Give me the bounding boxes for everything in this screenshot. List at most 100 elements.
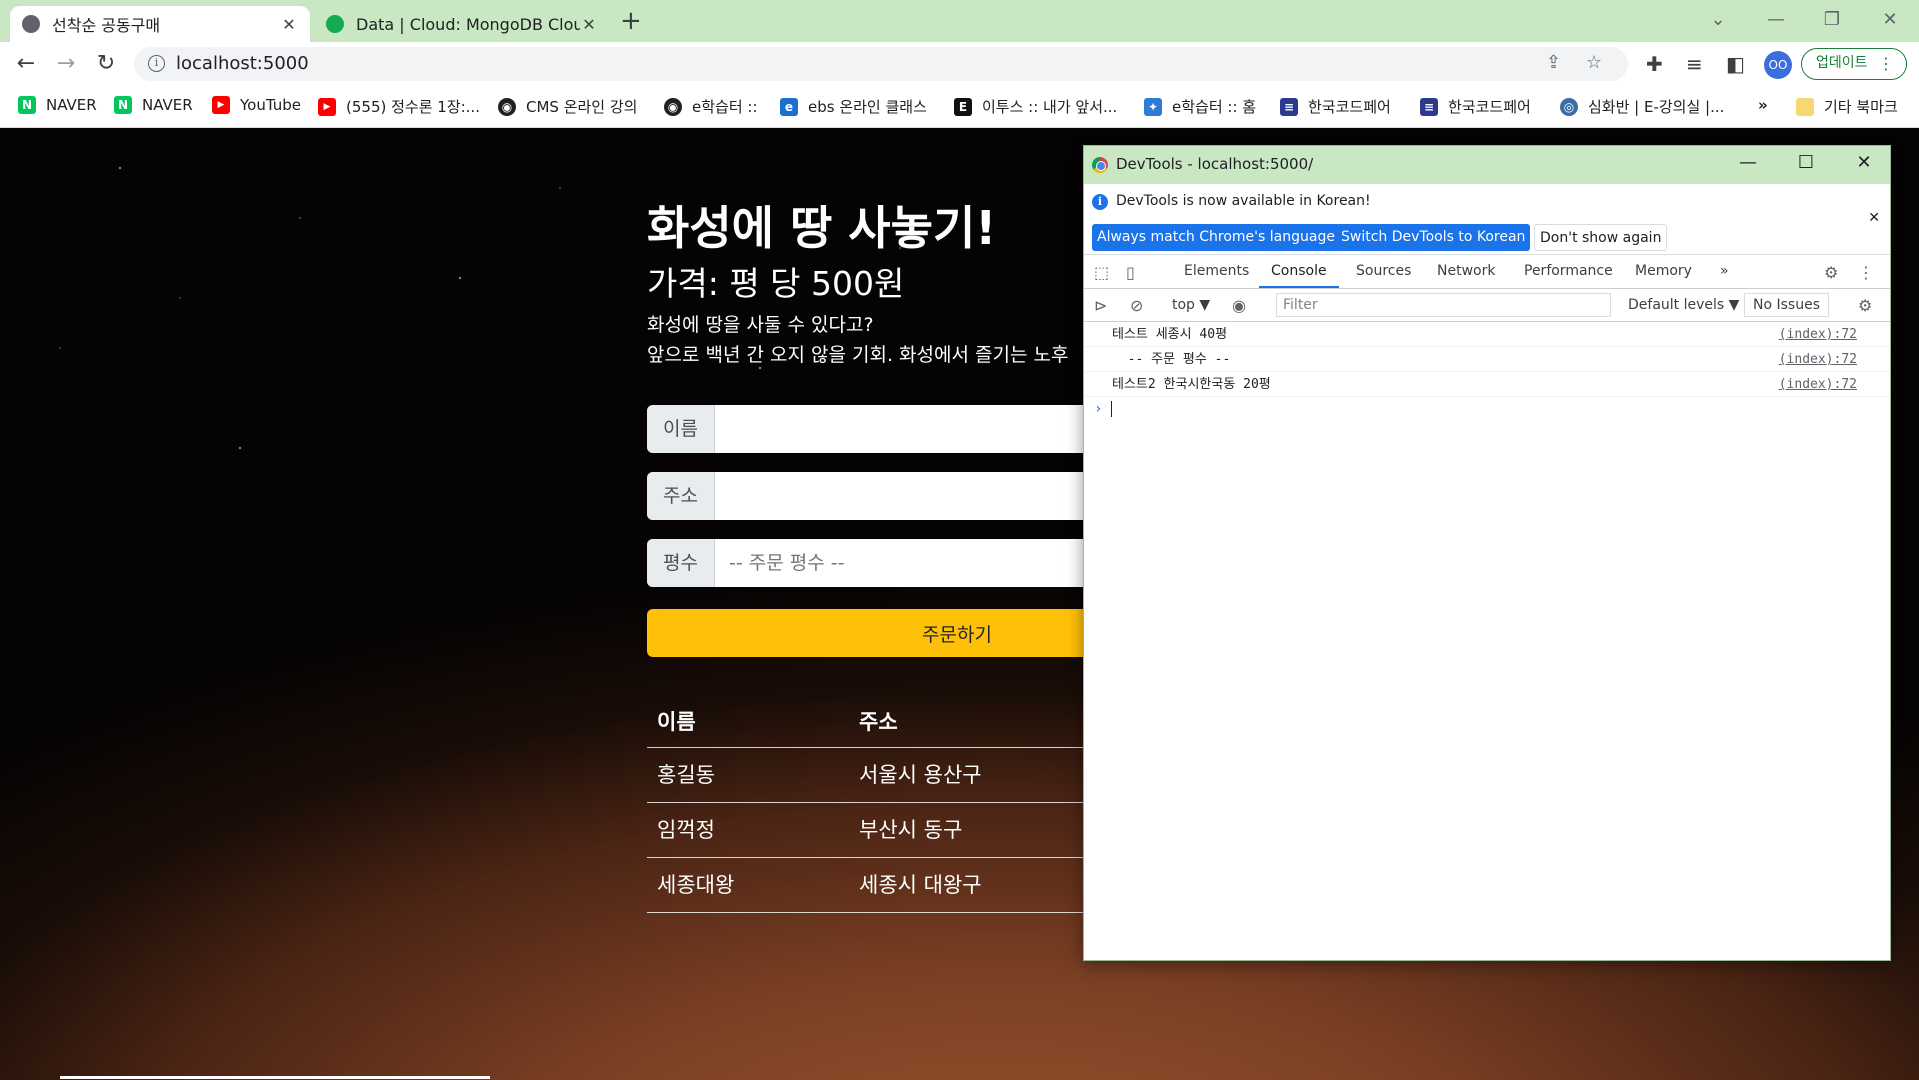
codefair-icon: ≡ bbox=[1420, 97, 1438, 116]
device-toolbar-icon[interactable]: ▯ bbox=[1126, 263, 1135, 282]
bookmark-item[interactable]: ✦ e학습터 :: 홈 bbox=[1144, 96, 1256, 117]
restore-button[interactable]: ❐ bbox=[1804, 2, 1860, 38]
tab-performance[interactable]: Performance bbox=[1524, 255, 1613, 288]
horizontal-scrollbar[interactable] bbox=[60, 1076, 490, 1079]
bookmark-star-icon[interactable]: ☆ bbox=[1586, 52, 1602, 73]
browser-tab-active[interactable]: 선착순 공동구매 ✕ bbox=[10, 6, 310, 42]
more-tabs-button[interactable]: » bbox=[1720, 255, 1729, 288]
new-tab-button[interactable]: + bbox=[620, 6, 642, 36]
size-label: 평수 bbox=[647, 539, 715, 587]
bookmark-item[interactable]: N NAVER bbox=[18, 96, 97, 114]
profile-avatar[interactable]: OO bbox=[1764, 51, 1792, 79]
devtools-menu-icon[interactable]: ⋮ bbox=[1858, 263, 1874, 282]
dont-show-again-button[interactable]: Don't show again bbox=[1534, 224, 1668, 251]
mongodb-leaf-icon bbox=[326, 15, 344, 33]
bookmark-label: 한국코드페어 bbox=[1448, 98, 1531, 116]
bookmark-item[interactable]: e ebs 온라인 클래스 bbox=[780, 96, 927, 117]
language-banner: i DevTools is now available in Korean! ✕… bbox=[1084, 184, 1890, 255]
bookmark-label: YouTube bbox=[240, 96, 301, 114]
update-button[interactable]: 업데이트 ⋮ bbox=[1801, 48, 1907, 80]
banner-close-icon[interactable]: ✕ bbox=[1868, 210, 1880, 226]
youtube-icon: ▶ bbox=[318, 97, 336, 116]
bookmark-label: 기타 북마크 bbox=[1824, 98, 1898, 116]
console-prompt[interactable]: › bbox=[1084, 397, 1890, 421]
log-message: 테스트 세종시 40평 bbox=[1112, 327, 1228, 342]
inspect-element-icon[interactable]: ⬚ bbox=[1094, 263, 1109, 282]
side-panel-icon[interactable]: ◧ bbox=[1726, 52, 1745, 76]
always-match-language-button[interactable]: Always match Chrome's language bbox=[1092, 224, 1340, 251]
globe-icon: ◉ bbox=[664, 97, 682, 116]
tab-title: 선착순 공동구매 bbox=[52, 16, 161, 35]
devtools-close-button[interactable]: ✕ bbox=[1844, 152, 1884, 173]
ebs-icon: e bbox=[780, 97, 798, 116]
log-entry: 테스트2 한국시한국동 20평 (index):72 bbox=[1084, 372, 1890, 397]
log-entry: -- 주문 평수 -- (index):72 bbox=[1084, 347, 1890, 372]
more-menu-icon[interactable]: ⋮ bbox=[1878, 49, 1894, 78]
tab-elements[interactable]: Elements bbox=[1184, 255, 1249, 288]
banner-message: DevTools is now available in Korean! bbox=[1116, 193, 1371, 209]
tab-search-icon[interactable]: ⌄ bbox=[1690, 2, 1746, 38]
other-bookmarks-folder[interactable]: 기타 북마크 bbox=[1796, 96, 1898, 117]
log-levels-dropdown[interactable]: Default levels ▼ bbox=[1628, 297, 1739, 313]
bookmark-item[interactable]: ▶ YouTube bbox=[212, 96, 301, 114]
tab-sources[interactable]: Sources bbox=[1356, 255, 1411, 288]
log-entry: 테스트 세종시 40평 (index):72 bbox=[1084, 322, 1890, 347]
share-icon[interactable]: ⇪ bbox=[1546, 52, 1561, 73]
bookmark-item[interactable]: ≡ 한국코드페어 bbox=[1420, 96, 1531, 117]
forward-button[interactable]: → bbox=[50, 48, 82, 80]
devtools-tabbar: ⬚ ▯ Elements Console Sources Network Per… bbox=[1084, 255, 1890, 289]
bookmark-label: ebs 온라인 클래스 bbox=[808, 98, 927, 116]
bookmark-item[interactable]: N NAVER bbox=[114, 96, 193, 114]
sidebar-toggle-icon[interactable]: ⊳ bbox=[1094, 296, 1107, 315]
tab-console[interactable]: Console bbox=[1259, 255, 1339, 288]
bookmark-label: 심화반 | E-강의실 |... bbox=[1588, 98, 1725, 116]
close-icon[interactable]: ✕ bbox=[580, 15, 598, 34]
devtools-minimize-button[interactable]: — bbox=[1728, 152, 1768, 173]
bookmark-item[interactable]: ▶ (555) 정수론 1장:... bbox=[318, 96, 480, 117]
etoos-icon: E bbox=[954, 97, 972, 116]
reload-button[interactable]: ↻ bbox=[90, 48, 122, 80]
header-name: 이름 bbox=[657, 710, 696, 734]
devtools-window: DevTools - localhost:5000/ — ☐ ✕ i DevTo… bbox=[1083, 145, 1891, 961]
bookmark-label: CMS 온라인 강의 bbox=[526, 98, 638, 116]
live-expression-eye-icon[interactable]: ◉ bbox=[1232, 296, 1246, 315]
console-filter-input[interactable]: Filter bbox=[1276, 293, 1611, 317]
browser-tab-mongodb[interactable]: Data | Cloud: MongoDB Cloud ✕ bbox=[314, 6, 610, 42]
browser-toolbar: ← → ↻ i localhost:5000 ⇪ ☆ ✚ ≡ ◧ OO 업데이트… bbox=[0, 42, 1919, 86]
devtools-maximize-button[interactable]: ☐ bbox=[1786, 152, 1826, 173]
bookmark-item[interactable]: ◎ 심화반 | E-강의실 |... bbox=[1560, 96, 1724, 117]
back-button[interactable]: ← bbox=[10, 48, 42, 80]
bookmarks-overflow-button[interactable]: » bbox=[1758, 96, 1768, 114]
extensions-icon[interactable]: ✚ bbox=[1646, 52, 1663, 76]
codefair-icon: ≡ bbox=[1280, 97, 1298, 116]
switch-to-korean-button[interactable]: Switch DevTools to Korean bbox=[1336, 224, 1531, 251]
console-settings-gear-icon[interactable]: ⚙ bbox=[1858, 296, 1872, 315]
log-source-link[interactable]: (index):72 bbox=[1779, 322, 1857, 347]
console-toolbar: ⊳ ⊘ top ▼ ◉ Filter Default levels ▼ No I… bbox=[1084, 289, 1890, 322]
clear-console-icon[interactable]: ⊘ bbox=[1130, 296, 1143, 315]
context-selector[interactable]: top ▼ bbox=[1172, 297, 1210, 313]
bookmark-item[interactable]: ◉ e학습터 :: bbox=[664, 96, 758, 117]
site-info-icon[interactable]: i bbox=[148, 55, 165, 72]
devtools-window-title: DevTools - localhost:5000/ bbox=[1116, 155, 1314, 173]
log-source-link[interactable]: (index):72 bbox=[1779, 372, 1857, 397]
bookmark-item[interactable]: E 이투스 :: 내가 앞서... bbox=[954, 96, 1117, 117]
bookmark-item[interactable]: ≡ 한국코드페어 bbox=[1280, 96, 1391, 117]
window-close-button[interactable]: ✕ bbox=[1862, 2, 1918, 38]
prompt-chevron-icon: › bbox=[1094, 401, 1103, 417]
media-control-icon[interactable]: ≡ bbox=[1686, 52, 1703, 76]
globe-icon bbox=[22, 15, 40, 33]
tab-memory[interactable]: Memory bbox=[1635, 255, 1692, 288]
settings-gear-icon[interactable]: ⚙ bbox=[1824, 263, 1838, 282]
minimize-button[interactable]: — bbox=[1748, 2, 1804, 38]
address-url: localhost:5000 bbox=[176, 53, 309, 74]
cell-address: 부산시 동구 bbox=[859, 818, 963, 842]
bookmark-item[interactable]: ◉ CMS 온라인 강의 bbox=[498, 96, 637, 117]
address-bar[interactable]: i localhost:5000 ⇪ ☆ bbox=[134, 47, 1628, 81]
log-source-link[interactable]: (index):72 bbox=[1779, 347, 1857, 372]
bookmark-label: 한국코드페어 bbox=[1308, 98, 1391, 116]
cell-address: 세종시 대왕구 bbox=[859, 873, 982, 897]
tab-network[interactable]: Network bbox=[1437, 255, 1495, 288]
issues-button[interactable]: No Issues bbox=[1744, 293, 1829, 317]
close-icon[interactable]: ✕ bbox=[280, 15, 298, 34]
